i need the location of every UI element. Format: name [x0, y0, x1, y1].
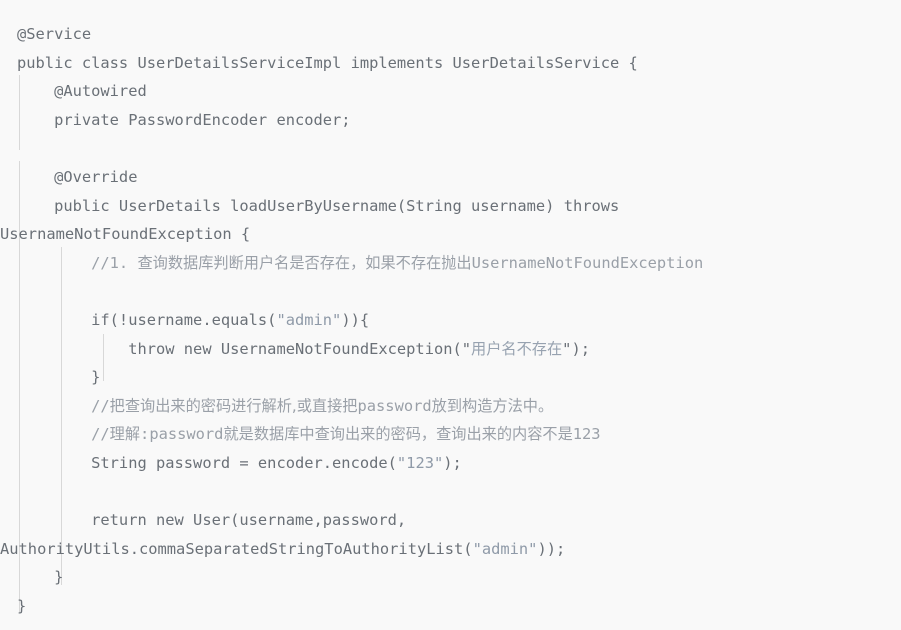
code-token: ));: [537, 539, 566, 558]
code-line[interactable]: [0, 134, 901, 163]
code-token: //: [17, 425, 110, 444]
code-token: "admin": [472, 539, 538, 558]
code-line[interactable]: @Service: [0, 20, 901, 49]
code-line[interactable]: @Autowired: [0, 77, 901, 106]
code-token: return new User(username,password,: [17, 511, 407, 530]
code-token: if(!username.equals(: [17, 310, 277, 329]
code-token: :password: [140, 425, 224, 444]
code-line[interactable]: //1. 查询数据库判断用户名是否存在，如果不存在抛出UsernameNotFo…: [0, 249, 901, 278]
code-token: )){: [341, 310, 370, 329]
code-line[interactable]: }: [0, 363, 901, 392]
code-token: AuthorityUtils.commaSeparatedStringToAut…: [0, 539, 473, 558]
code-line[interactable]: public class UserDetailsServiceImpl impl…: [0, 49, 901, 78]
code-token: //: [17, 396, 110, 415]
code-line[interactable]: UsernameNotFoundException {: [0, 220, 901, 249]
code-line[interactable]: //把查询出来的密码进行解析,或直接把password放到构造方法中。: [0, 392, 901, 421]
code-token: );: [443, 453, 462, 472]
code-token: 用户名不存在: [471, 339, 563, 358]
code-token: public class UserDetailsServiceImpl impl…: [17, 53, 638, 72]
code-token: 查询数据库判断用户名是否存在，如果不存在抛出: [137, 253, 472, 272]
code-token: 就是数据库中查询出来的密码，查询出来的内容不是: [223, 425, 573, 444]
code-token: throw new UsernameNotFoundException(": [17, 339, 472, 358]
code-line[interactable]: if(!username.equals("admin")){: [0, 306, 901, 335]
code-line[interactable]: }: [0, 563, 901, 592]
code-token: "admin": [276, 310, 342, 329]
code-token: //1.: [17, 253, 138, 272]
code-token: private PasswordEncoder encoder;: [17, 110, 351, 129]
code-line[interactable]: public UserDetails loadUserByUsername(St…: [0, 192, 901, 221]
code-line[interactable]: @Override: [0, 163, 901, 192]
code-token: 放到构造方法中。: [431, 396, 554, 415]
code-line[interactable]: [0, 277, 901, 306]
code-token: 123: [572, 425, 601, 444]
code-line[interactable]: String password = encoder.encode("123");: [0, 449, 901, 478]
code-token: 理解: [109, 425, 141, 444]
code-line[interactable]: private PasswordEncoder encoder;: [0, 106, 901, 135]
code-line[interactable]: AuthorityUtils.commaSeparatedStringToAut…: [0, 535, 901, 564]
code-token: UsernameNotFoundException: [471, 253, 704, 272]
code-line[interactable]: }: [0, 592, 901, 621]
code-token: @Service: [17, 25, 92, 43]
code-token: public UserDetails loadUserByUsername(St…: [17, 196, 620, 215]
code-line[interactable]: throw new UsernameNotFoundException("用户名…: [0, 335, 901, 364]
code-token: @Override: [17, 167, 138, 186]
code-token: ");: [562, 339, 590, 358]
code-token: @Autowired: [17, 82, 147, 101]
code-token: }: [17, 368, 101, 387]
code-line[interactable]: [0, 478, 901, 507]
code-token: }: [17, 568, 64, 587]
code-token: "123": [396, 453, 444, 472]
code-editor-viewport[interactable]: @Service public class UserDetailsServiceI…: [0, 0, 901, 630]
code-token: }: [17, 596, 27, 615]
code-token: String password = encoder.encode(: [17, 453, 397, 472]
code-line[interactable]: return new User(username,password,: [0, 506, 901, 535]
code-content[interactable]: @Service public class UserDetailsServiceI…: [0, 0, 901, 620]
code-token: UsernameNotFoundException {: [0, 225, 251, 244]
code-line[interactable]: //理解:password就是数据库中查询出来的密码，查询出来的内容不是123: [0, 420, 901, 449]
code-token: password: [357, 396, 432, 415]
code-token: 把查询出来的密码进行解析,或直接把: [109, 396, 358, 415]
